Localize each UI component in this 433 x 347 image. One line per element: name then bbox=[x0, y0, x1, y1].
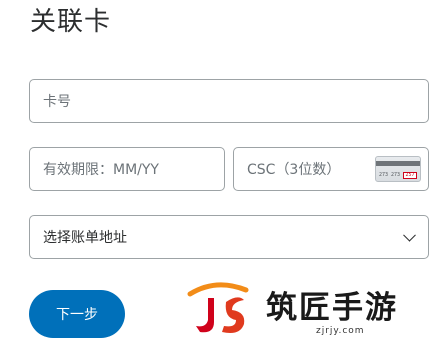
csc-placeholder: CSC（3位数） bbox=[247, 162, 341, 178]
watermark-brand-text: 筑匠手游 bbox=[266, 290, 398, 326]
card-back-icon: 273 273 257 bbox=[375, 156, 421, 182]
expiry-date-placeholder: 有效期限：MM/YY bbox=[43, 162, 159, 178]
card-back-csc-code: 257 bbox=[403, 172, 417, 179]
watermark-domain-text: zjrjy.com bbox=[316, 326, 365, 336]
watermark-logo-icon bbox=[187, 282, 249, 333]
page-title: 关联卡 bbox=[30, 7, 112, 37]
card-number-input[interactable]: 卡号 bbox=[29, 79, 429, 123]
card-magnetic-stripe bbox=[376, 161, 420, 166]
watermark: 筑匠手游 zjrjy.com bbox=[186, 280, 426, 344]
expiry-date-input[interactable]: 有效期限：MM/YY bbox=[29, 147, 225, 191]
chevron-down-icon bbox=[403, 228, 416, 242]
card-back-numbers: 273 273 bbox=[379, 172, 401, 178]
billing-address-label: 选择账单地址 bbox=[43, 230, 127, 246]
card-number-placeholder: 卡号 bbox=[43, 94, 71, 110]
next-button[interactable]: 下一步 bbox=[29, 290, 125, 338]
billing-address-select[interactable]: 选择账单地址 bbox=[29, 215, 429, 259]
csc-input[interactable]: CSC（3位数） 273 273 257 bbox=[233, 147, 429, 191]
link-card-page: 关联卡 卡号 有效期限：MM/YY CSC（3位数） 273 273 257 选… bbox=[0, 0, 433, 347]
